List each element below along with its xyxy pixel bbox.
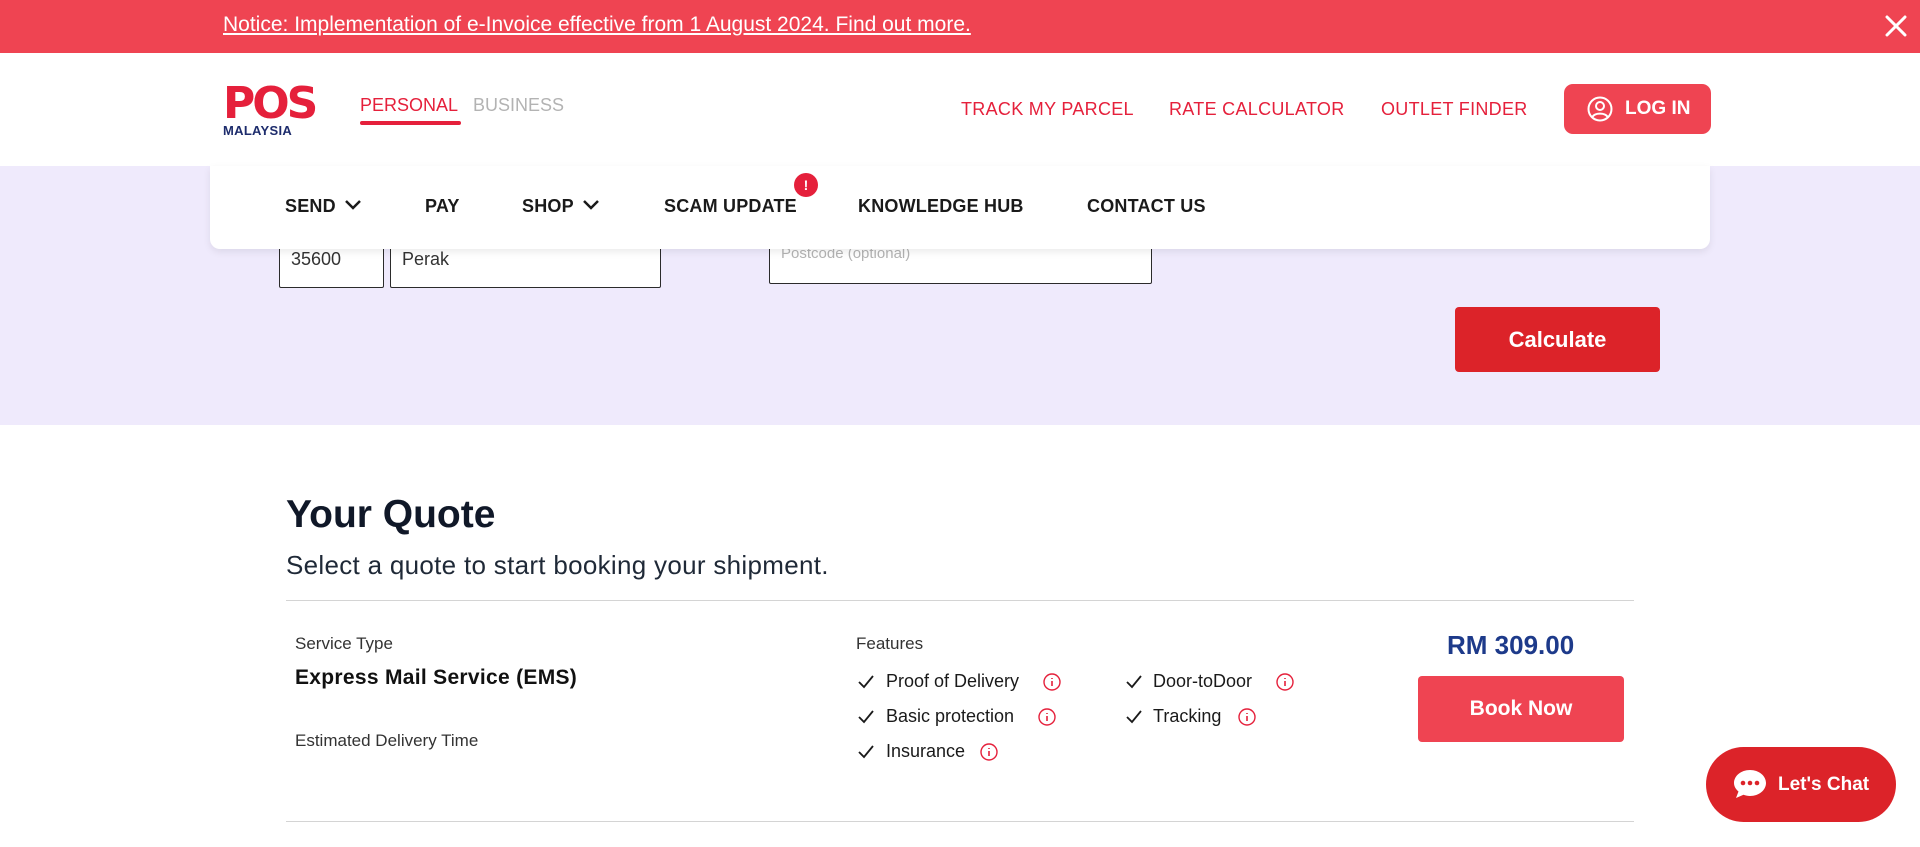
user-icon — [1587, 96, 1613, 122]
main-nav: SEND PAY SHOP SCAM UPDATE ! KNOWLEDGE HU… — [210, 166, 1710, 249]
check-icon — [858, 675, 874, 689]
info-icon[interactable] — [980, 743, 998, 761]
feature-tracking: Tracking — [1153, 706, 1222, 726]
calculate-button[interactable]: Calculate — [1455, 307, 1660, 372]
chat-label: Let's Chat — [1778, 774, 1870, 795]
check-icon — [858, 745, 874, 759]
feature-proof-of-delivery: Proof of Delivery — [886, 671, 1020, 691]
login-button[interactable]: LOG IN — [1564, 84, 1711, 134]
divider — [286, 821, 1634, 822]
features-label: Features — [856, 634, 924, 653]
chat-bubble-icon — [1734, 770, 1766, 798]
service-type-label: Service Type — [295, 634, 393, 653]
divider — [286, 600, 1634, 601]
nav-scam-update[interactable]: SCAM UPDATE — [664, 196, 797, 217]
feature-insurance: Insurance — [886, 741, 966, 761]
info-icon[interactable] — [1276, 673, 1294, 691]
alert-badge: ! — [794, 173, 818, 197]
logo-subtitle: MALAYSIA — [223, 123, 293, 138]
nav-send[interactable]: SEND — [285, 196, 336, 217]
quote-title: Your Quote — [286, 493, 496, 536]
notice-link[interactable]: Notice: Implementation of e-Invoice effe… — [223, 13, 971, 37]
chat-button[interactable]: Let's Chat — [1706, 747, 1896, 822]
info-icon[interactable] — [1238, 708, 1256, 726]
quote-price: RM 309.00 — [1447, 630, 1575, 660]
chevron-down-icon[interactable] — [344, 199, 362, 211]
chevron-down-icon[interactable] — [582, 199, 600, 211]
feature-basic-protection: Basic protection — [886, 706, 1015, 726]
check-icon — [1126, 675, 1142, 689]
feature-door-to-door: Door-toDoor — [1153, 671, 1253, 691]
nav-contact-us[interactable]: CONTACT US — [1087, 196, 1206, 217]
rate-calculator-link[interactable]: RATE CALCULATOR — [1169, 99, 1345, 120]
site-header: POS MALAYSIA PERSONAL BUSINESS TRACK MY … — [0, 53, 1920, 166]
info-icon[interactable] — [1043, 673, 1061, 691]
notice-bar: Notice: Implementation of e-Invoice effe… — [0, 0, 1920, 53]
close-icon[interactable] — [1882, 12, 1910, 40]
service-name: Express Mail Service (EMS) — [295, 666, 578, 689]
track-parcel-link[interactable]: TRACK MY PARCEL — [961, 99, 1134, 120]
logo-text: POS — [223, 80, 316, 129]
tab-business[interactable]: BUSINESS — [473, 95, 564, 116]
delivery-time-label: Estimated Delivery Time — [295, 731, 479, 750]
nav-pay[interactable]: PAY — [425, 196, 460, 217]
tab-active-underline — [360, 121, 461, 125]
outlet-finder-link[interactable]: OUTLET FINDER — [1381, 99, 1528, 120]
book-now-button[interactable]: Book Now — [1418, 676, 1624, 742]
check-icon — [858, 710, 874, 724]
quote-subtitle: Select a quote to start booking your shi… — [286, 550, 829, 580]
check-icon — [1126, 710, 1142, 724]
login-label: LOG IN — [1625, 98, 1691, 119]
info-icon[interactable] — [1038, 708, 1056, 726]
nav-shop[interactable]: SHOP — [522, 196, 574, 217]
nav-knowledge-hub[interactable]: KNOWLEDGE HUB — [858, 196, 1024, 217]
tab-personal[interactable]: PERSONAL — [360, 95, 458, 116]
